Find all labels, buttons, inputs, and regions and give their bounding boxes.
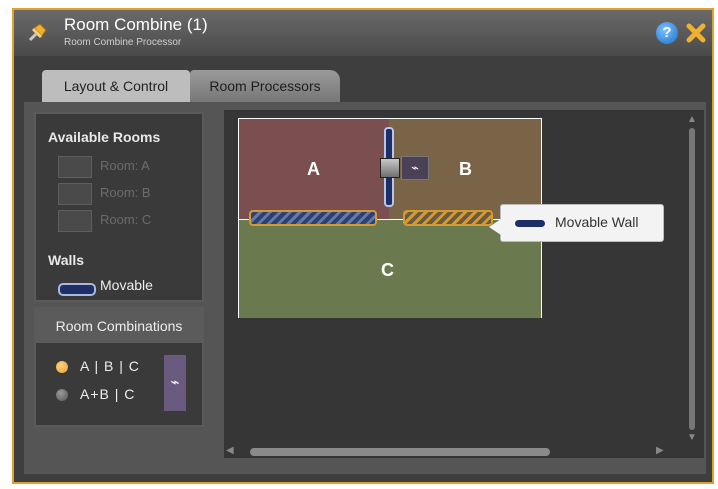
room-combinations-panel: Room Combinations A | B | C A+B | C ⌁: [34, 307, 204, 427]
movable-wall-legend-label: Movable: [100, 277, 153, 293]
title-bar[interactable]: Room Combine (1) Room Combine Processor …: [14, 10, 712, 56]
combination-label: A | B | C: [80, 358, 140, 374]
available-rooms-panel: Available Rooms Room: A Room: B Room: C …: [34, 112, 204, 302]
tooltip-arrow: [489, 219, 501, 235]
horizontal-scrollbar-thumb[interactable]: [250, 448, 550, 456]
room-combine-window: Room Combine (1) Room Combine Processor …: [12, 8, 714, 484]
vertical-scrollbar-thumb[interactable]: [689, 128, 695, 430]
tab-layout-control[interactable]: Layout & Control: [42, 70, 190, 102]
room-c-label: C: [381, 260, 394, 280]
window-title: Room Combine (1): [64, 15, 208, 34]
scroll-down-arrow-icon[interactable]: ▼: [687, 432, 697, 443]
room-label: Room: B: [100, 185, 151, 200]
movable-wall-icon: [515, 220, 545, 227]
room-item-a[interactable]: Room: A: [58, 156, 178, 178]
room-item-b[interactable]: Room: B: [58, 183, 178, 205]
link-icon[interactable]: ⌁: [401, 156, 429, 180]
help-icon[interactable]: ?: [656, 22, 678, 44]
vertical-scrollbar[interactable]: ▲ ▼: [684, 114, 700, 443]
close-icon[interactable]: [684, 21, 708, 45]
room-b-label: B: [459, 159, 472, 179]
wall-slider-knob[interactable]: [380, 158, 400, 178]
tab-content: Available Rooms Room: A Room: B Room: C …: [24, 102, 706, 474]
scroll-right-arrow-icon[interactable]: ▶: [656, 445, 664, 456]
walls-title: Walls: [48, 252, 85, 268]
movable-wall-ac[interactable]: [249, 210, 377, 226]
room-combinations-title: Room Combinations: [36, 309, 202, 343]
layout-canvas[interactable]: A B C ⌁ Movable Wall ▲ ▼ ◀ ▶: [224, 110, 704, 458]
room-item-c[interactable]: Room: C: [58, 210, 178, 232]
radio-selected[interactable]: [56, 361, 68, 373]
radio-unselected[interactable]: [56, 389, 68, 401]
movable-wall-bc[interactable]: [403, 210, 493, 226]
available-rooms-title: Available Rooms: [48, 129, 161, 145]
room-label: Room: A: [100, 158, 150, 173]
combination-label: A+B | C: [80, 386, 136, 402]
link-icon[interactable]: ⌁: [164, 355, 186, 411]
window-subtitle: Room Combine Processor: [64, 37, 182, 48]
room-box: [58, 183, 92, 205]
scroll-left-arrow-icon[interactable]: ◀: [226, 445, 234, 456]
combination-option-ab-c[interactable]: A+B | C: [56, 385, 156, 405]
scroll-up-arrow-icon[interactable]: ▲: [687, 114, 697, 125]
room-a[interactable]: A: [239, 119, 389, 219]
movable-wall-legend-icon: [58, 283, 96, 296]
tab-room-processors[interactable]: Room Processors: [190, 70, 340, 102]
horizontal-scrollbar[interactable]: ◀ ▶: [226, 445, 664, 456]
movable-wall-tooltip: Movable Wall: [489, 204, 664, 242]
combination-option-abc[interactable]: A | B | C: [56, 357, 156, 377]
tooltip-label: Movable Wall: [555, 214, 639, 230]
room-box: [58, 156, 92, 178]
pushpin-icon: [28, 23, 47, 42]
room-label: Room: C: [100, 212, 152, 227]
room-a-label: A: [307, 159, 320, 179]
room-box: [58, 210, 92, 232]
room-layout: A B C ⌁: [238, 118, 542, 318]
